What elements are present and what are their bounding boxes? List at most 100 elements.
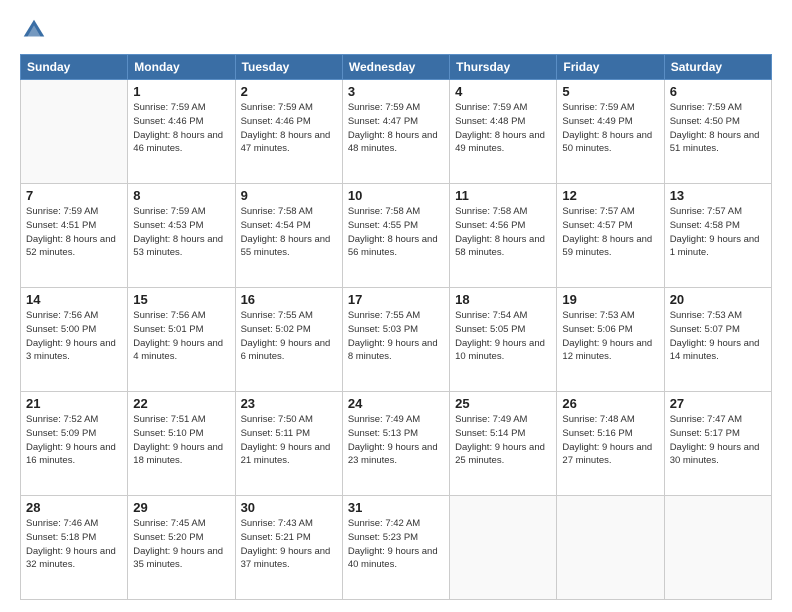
day-number: 27 [670,396,766,411]
calendar-cell: 7 Sunrise: 7:59 AMSunset: 4:51 PMDaylight… [21,184,128,288]
column-header-monday: Monday [128,55,235,80]
day-number: 1 [133,84,229,99]
page: SundayMondayTuesdayWednesdayThursdayFrid… [0,0,792,612]
day-number: 13 [670,188,766,203]
day-info: Sunrise: 7:59 AMSunset: 4:48 PMDaylight:… [455,101,551,156]
week-row-4: 21 Sunrise: 7:52 AMSunset: 5:09 PMDayligh… [21,392,772,496]
day-info: Sunrise: 7:51 AMSunset: 5:10 PMDaylight:… [133,413,229,468]
day-number: 7 [26,188,122,203]
calendar-cell: 14 Sunrise: 7:56 AMSunset: 5:00 PMDayligh… [21,288,128,392]
day-info: Sunrise: 7:49 AMSunset: 5:14 PMDaylight:… [455,413,551,468]
calendar-cell: 21 Sunrise: 7:52 AMSunset: 5:09 PMDayligh… [21,392,128,496]
calendar-cell: 9 Sunrise: 7:58 AMSunset: 4:54 PMDaylight… [235,184,342,288]
calendar-cell: 10Sunrise: 7:58 AMSunset: 4:55 PMDayligh… [342,184,449,288]
column-header-friday: Friday [557,55,664,80]
day-info: Sunrise: 7:59 AMSunset: 4:51 PMDaylight:… [26,205,122,260]
column-header-saturday: Saturday [664,55,771,80]
day-number: 17 [348,292,444,307]
day-info: Sunrise: 7:48 AMSunset: 5:16 PMDaylight:… [562,413,658,468]
day-number: 31 [348,500,444,515]
day-info: Sunrise: 7:53 AMSunset: 5:07 PMDaylight:… [670,309,766,364]
calendar-cell: 8 Sunrise: 7:59 AMSunset: 4:53 PMDaylight… [128,184,235,288]
logo [20,16,52,44]
day-number: 19 [562,292,658,307]
calendar-cell: 30Sunrise: 7:43 AMSunset: 5:21 PMDayligh… [235,496,342,600]
day-number: 30 [241,500,337,515]
day-number: 14 [26,292,122,307]
day-number: 20 [670,292,766,307]
day-info: Sunrise: 7:59 AMSunset: 4:46 PMDaylight:… [241,101,337,156]
calendar-cell: 29 Sunrise: 7:45 AMSunset: 5:20 PMDayligh… [128,496,235,600]
calendar-cell [557,496,664,600]
calendar-cell: 23 Sunrise: 7:50 AMSunset: 5:11 PMDayligh… [235,392,342,496]
day-info: Sunrise: 7:59 AMSunset: 4:49 PMDaylight:… [562,101,658,156]
day-number: 23 [241,396,337,411]
day-info: Sunrise: 7:59 AMSunset: 4:47 PMDaylight:… [348,101,444,156]
day-number: 16 [241,292,337,307]
calendar-header-row: SundayMondayTuesdayWednesdayThursdayFrid… [21,55,772,80]
day-number: 12 [562,188,658,203]
column-header-thursday: Thursday [450,55,557,80]
calendar-cell [664,496,771,600]
calendar-cell: 24 Sunrise: 7:49 AMSunset: 5:13 PMDayligh… [342,392,449,496]
calendar-cell: 11Sunrise: 7:58 AMSunset: 4:56 PMDayligh… [450,184,557,288]
day-info: Sunrise: 7:56 AMSunset: 5:00 PMDaylight:… [26,309,122,364]
day-info: Sunrise: 7:59 AMSunset: 4:53 PMDaylight:… [133,205,229,260]
day-info: Sunrise: 7:52 AMSunset: 5:09 PMDaylight:… [26,413,122,468]
header [20,16,772,44]
day-number: 29 [133,500,229,515]
calendar-cell [21,80,128,184]
day-number: 22 [133,396,229,411]
calendar-cell: 6 Sunrise: 7:59 AMSunset: 4:50 PMDaylight… [664,80,771,184]
day-info: Sunrise: 7:59 AMSunset: 4:46 PMDaylight:… [133,101,229,156]
day-number: 11 [455,188,551,203]
calendar-cell: 13 Sunrise: 7:57 AMSunset: 4:58 PMDayligh… [664,184,771,288]
week-row-1: 1 Sunrise: 7:59 AMSunset: 4:46 PMDaylight… [21,80,772,184]
week-row-2: 7 Sunrise: 7:59 AMSunset: 4:51 PMDaylight… [21,184,772,288]
day-number: 26 [562,396,658,411]
day-number: 2 [241,84,337,99]
calendar-cell: 1 Sunrise: 7:59 AMSunset: 4:46 PMDaylight… [128,80,235,184]
day-number: 25 [455,396,551,411]
day-info: Sunrise: 7:50 AMSunset: 5:11 PMDaylight:… [241,413,337,468]
column-header-wednesday: Wednesday [342,55,449,80]
day-number: 5 [562,84,658,99]
day-info: Sunrise: 7:45 AMSunset: 5:20 PMDaylight:… [133,517,229,572]
calendar-cell: 26 Sunrise: 7:48 AMSunset: 5:16 PMDayligh… [557,392,664,496]
calendar-cell: 18Sunrise: 7:54 AMSunset: 5:05 PMDayligh… [450,288,557,392]
calendar-cell: 17Sunrise: 7:55 AMSunset: 5:03 PMDayligh… [342,288,449,392]
day-info: Sunrise: 7:59 AMSunset: 4:50 PMDaylight:… [670,101,766,156]
calendar-cell: 4 Sunrise: 7:59 AMSunset: 4:48 PMDaylight… [450,80,557,184]
calendar-cell: 15Sunrise: 7:56 AMSunset: 5:01 PMDayligh… [128,288,235,392]
day-number: 9 [241,188,337,203]
calendar-cell: 27Sunrise: 7:47 AMSunset: 5:17 PMDayligh… [664,392,771,496]
calendar-cell: 25 Sunrise: 7:49 AMSunset: 5:14 PMDayligh… [450,392,557,496]
day-number: 6 [670,84,766,99]
day-info: Sunrise: 7:58 AMSunset: 4:54 PMDaylight:… [241,205,337,260]
column-header-sunday: Sunday [21,55,128,80]
day-info: Sunrise: 7:57 AMSunset: 4:57 PMDaylight:… [562,205,658,260]
day-number: 21 [26,396,122,411]
calendar-cell: 12 Sunrise: 7:57 AMSunset: 4:57 PMDayligh… [557,184,664,288]
day-number: 4 [455,84,551,99]
week-row-3: 14 Sunrise: 7:56 AMSunset: 5:00 PMDayligh… [21,288,772,392]
day-info: Sunrise: 7:55 AMSunset: 5:02 PMDaylight:… [241,309,337,364]
day-number: 28 [26,500,122,515]
calendar-cell: 20 Sunrise: 7:53 AMSunset: 5:07 PMDayligh… [664,288,771,392]
calendar-cell: 16 Sunrise: 7:55 AMSunset: 5:02 PMDayligh… [235,288,342,392]
logo-icon [20,16,48,44]
day-number: 18 [455,292,551,307]
calendar-cell [450,496,557,600]
day-info: Sunrise: 7:46 AMSunset: 5:18 PMDaylight:… [26,517,122,572]
calendar-cell: 31Sunrise: 7:42 AMSunset: 5:23 PMDayligh… [342,496,449,600]
calendar-cell: 28 Sunrise: 7:46 AMSunset: 5:18 PMDayligh… [21,496,128,600]
day-number: 8 [133,188,229,203]
day-info: Sunrise: 7:49 AMSunset: 5:13 PMDaylight:… [348,413,444,468]
day-info: Sunrise: 7:57 AMSunset: 4:58 PMDaylight:… [670,205,766,260]
calendar-cell: 22 Sunrise: 7:51 AMSunset: 5:10 PMDayligh… [128,392,235,496]
week-row-5: 28 Sunrise: 7:46 AMSunset: 5:18 PMDayligh… [21,496,772,600]
day-info: Sunrise: 7:58 AMSunset: 4:55 PMDaylight:… [348,205,444,260]
day-info: Sunrise: 7:53 AMSunset: 5:06 PMDaylight:… [562,309,658,364]
day-number: 24 [348,396,444,411]
calendar-cell: 19 Sunrise: 7:53 AMSunset: 5:06 PMDayligh… [557,288,664,392]
